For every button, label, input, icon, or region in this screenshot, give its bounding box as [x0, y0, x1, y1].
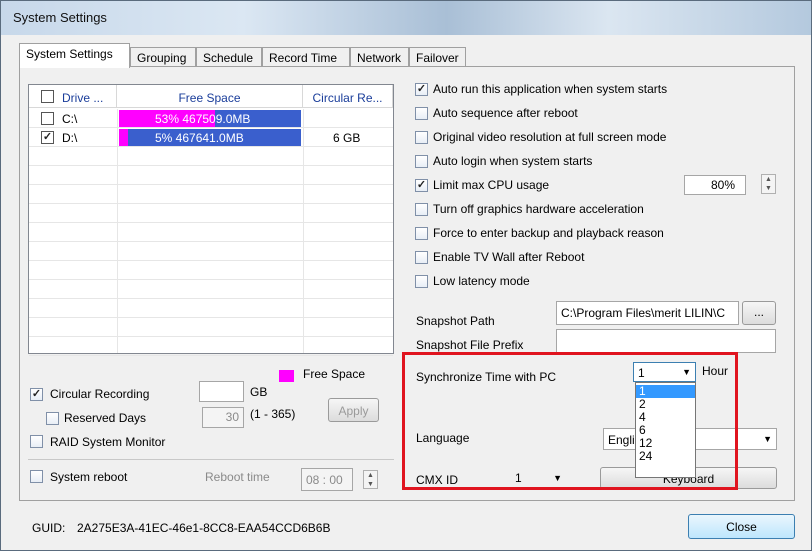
- snapshot-path-input[interactable]: C:\Program Files\merit LILIN\C: [556, 301, 739, 325]
- column-header-free-space[interactable]: Free Space: [117, 85, 303, 108]
- option-label[interactable]: Turn off graphics hardware acceleration: [433, 202, 644, 216]
- free-space-legend-swatch: [279, 370, 294, 382]
- option-checkbox[interactable]: [415, 179, 428, 192]
- sync-time-options-list[interactable]: 1 2 4 6 12 24: [635, 382, 696, 478]
- close-button[interactable]: Close: [688, 514, 795, 539]
- drive-letter: C:\: [62, 112, 78, 126]
- drive-row[interactable]: C:\ 53% 467509.0MB: [29, 109, 393, 128]
- option-label[interactable]: Force to enter backup and playback reaso…: [433, 226, 664, 240]
- raid-monitor-checkbox[interactable]: [30, 435, 43, 448]
- tab-failover[interactable]: Failover: [409, 47, 466, 67]
- empty-row: [29, 261, 393, 280]
- column-header-circular[interactable]: Circular Re...: [303, 85, 393, 108]
- cpu-limit-spinner[interactable]: ▲ ▼: [761, 174, 776, 194]
- system-reboot-label[interactable]: System reboot: [50, 470, 127, 484]
- option-label[interactable]: Enable TV Wall after Reboot: [433, 250, 584, 264]
- option-checkbox[interactable]: [415, 107, 428, 120]
- option-label[interactable]: Limit max CPU usage: [433, 178, 549, 192]
- free-space-bar: 5% 467641.0MB: [119, 129, 301, 146]
- free-space-bar: 53% 467509.0MB: [119, 110, 301, 127]
- free-space-legend-label: Free Space: [303, 367, 366, 381]
- empty-row: [29, 185, 393, 204]
- empty-row: [29, 280, 393, 299]
- empty-row: [29, 337, 393, 356]
- option-checkbox[interactable]: [415, 251, 428, 264]
- drive-table[interactable]: Drive ... Free Space Circular Re... C:\ 5…: [28, 84, 394, 356]
- drive-row[interactable]: D:\ 5% 467641.0MB 6 GB: [29, 128, 393, 147]
- cpu-limit-input[interactable]: 80%: [684, 175, 746, 195]
- drive-checkbox[interactable]: [41, 131, 54, 144]
- reboot-time-input[interactable]: 08 : 00: [301, 468, 353, 491]
- window-title: System Settings: [13, 10, 107, 25]
- free-space-bar-fill: [119, 129, 128, 146]
- option-checkbox[interactable]: [415, 131, 428, 144]
- column-header-drive[interactable]: Drive ...: [29, 85, 117, 108]
- reboot-time-label: Reboot time: [205, 470, 270, 484]
- option-checkbox[interactable]: [415, 275, 428, 288]
- empty-row: [29, 147, 393, 166]
- apply-button[interactable]: Apply: [328, 398, 379, 422]
- reboot-time-spinner[interactable]: ▲ ▼: [363, 470, 378, 489]
- reserved-days-label[interactable]: Reserved Days: [64, 411, 146, 425]
- chevron-down-icon: ▼: [763, 434, 772, 444]
- empty-row: [29, 242, 393, 261]
- reserved-days-input[interactable]: 30: [202, 407, 244, 428]
- title-bar: System Settings: [1, 1, 811, 35]
- tab-system-settings[interactable]: System Settings: [19, 43, 130, 68]
- tab-grouping[interactable]: Grouping: [130, 47, 196, 67]
- snapshot-prefix-label: Snapshot File Prefix: [416, 338, 524, 352]
- option-label[interactable]: Auto run this application when system st…: [433, 82, 667, 96]
- system-reboot-checkbox[interactable]: [30, 470, 43, 483]
- option-label[interactable]: Low latency mode: [433, 274, 530, 288]
- settings-window: System Settings System Settings Grouping…: [0, 0, 812, 551]
- reserved-days-range: (1 - 365): [250, 407, 296, 421]
- browse-button[interactable]: ...: [742, 301, 776, 325]
- separator: [28, 459, 394, 460]
- gb-unit-label: GB: [250, 385, 268, 399]
- option-checkbox[interactable]: [415, 83, 428, 96]
- empty-row: [29, 166, 393, 185]
- sync-time-option[interactable]: 24: [636, 450, 695, 463]
- free-space-text: 53% 467509.0MB: [155, 112, 251, 126]
- empty-row: [29, 318, 393, 337]
- option-label[interactable]: Auto sequence after reboot: [433, 106, 578, 120]
- column-header-drive-label: Drive ...: [62, 91, 104, 105]
- option-checkbox[interactable]: [415, 155, 428, 168]
- snapshot-path-label: Snapshot Path: [416, 314, 495, 328]
- reserved-days-checkbox[interactable]: [46, 412, 59, 425]
- empty-row: [29, 204, 393, 223]
- option-checkbox[interactable]: [415, 227, 428, 240]
- snapshot-prefix-input[interactable]: [556, 329, 776, 353]
- drive-checkbox[interactable]: [41, 112, 54, 125]
- empty-row: [29, 223, 393, 242]
- option-checkbox[interactable]: [415, 203, 428, 216]
- select-all-checkbox[interactable]: [41, 90, 54, 103]
- guid-label: GUID:: [32, 521, 66, 535]
- tab-network[interactable]: Network: [350, 47, 409, 67]
- option-label[interactable]: Original video resolution at full screen…: [433, 130, 666, 144]
- circular-recording-checkbox[interactable]: [30, 388, 43, 401]
- drive-letter: D:\: [62, 131, 78, 145]
- guid-value: 2A275E3A-41EC-46e1-8CC8-EAA54CCD6B6B: [77, 521, 331, 535]
- circular-recording-label[interactable]: Circular Recording: [50, 387, 149, 401]
- tab-record-time[interactable]: Record Time: [262, 47, 350, 67]
- tab-schedule[interactable]: Schedule: [196, 47, 262, 67]
- free-space-text: 5% 467641.0MB: [155, 131, 244, 145]
- raid-monitor-label[interactable]: RAID System Monitor: [50, 435, 165, 449]
- option-label[interactable]: Auto login when system starts: [433, 154, 592, 168]
- circular-size: 6 GB: [333, 131, 361, 145]
- empty-row: [29, 299, 393, 318]
- circular-recording-gb-input[interactable]: [199, 381, 244, 402]
